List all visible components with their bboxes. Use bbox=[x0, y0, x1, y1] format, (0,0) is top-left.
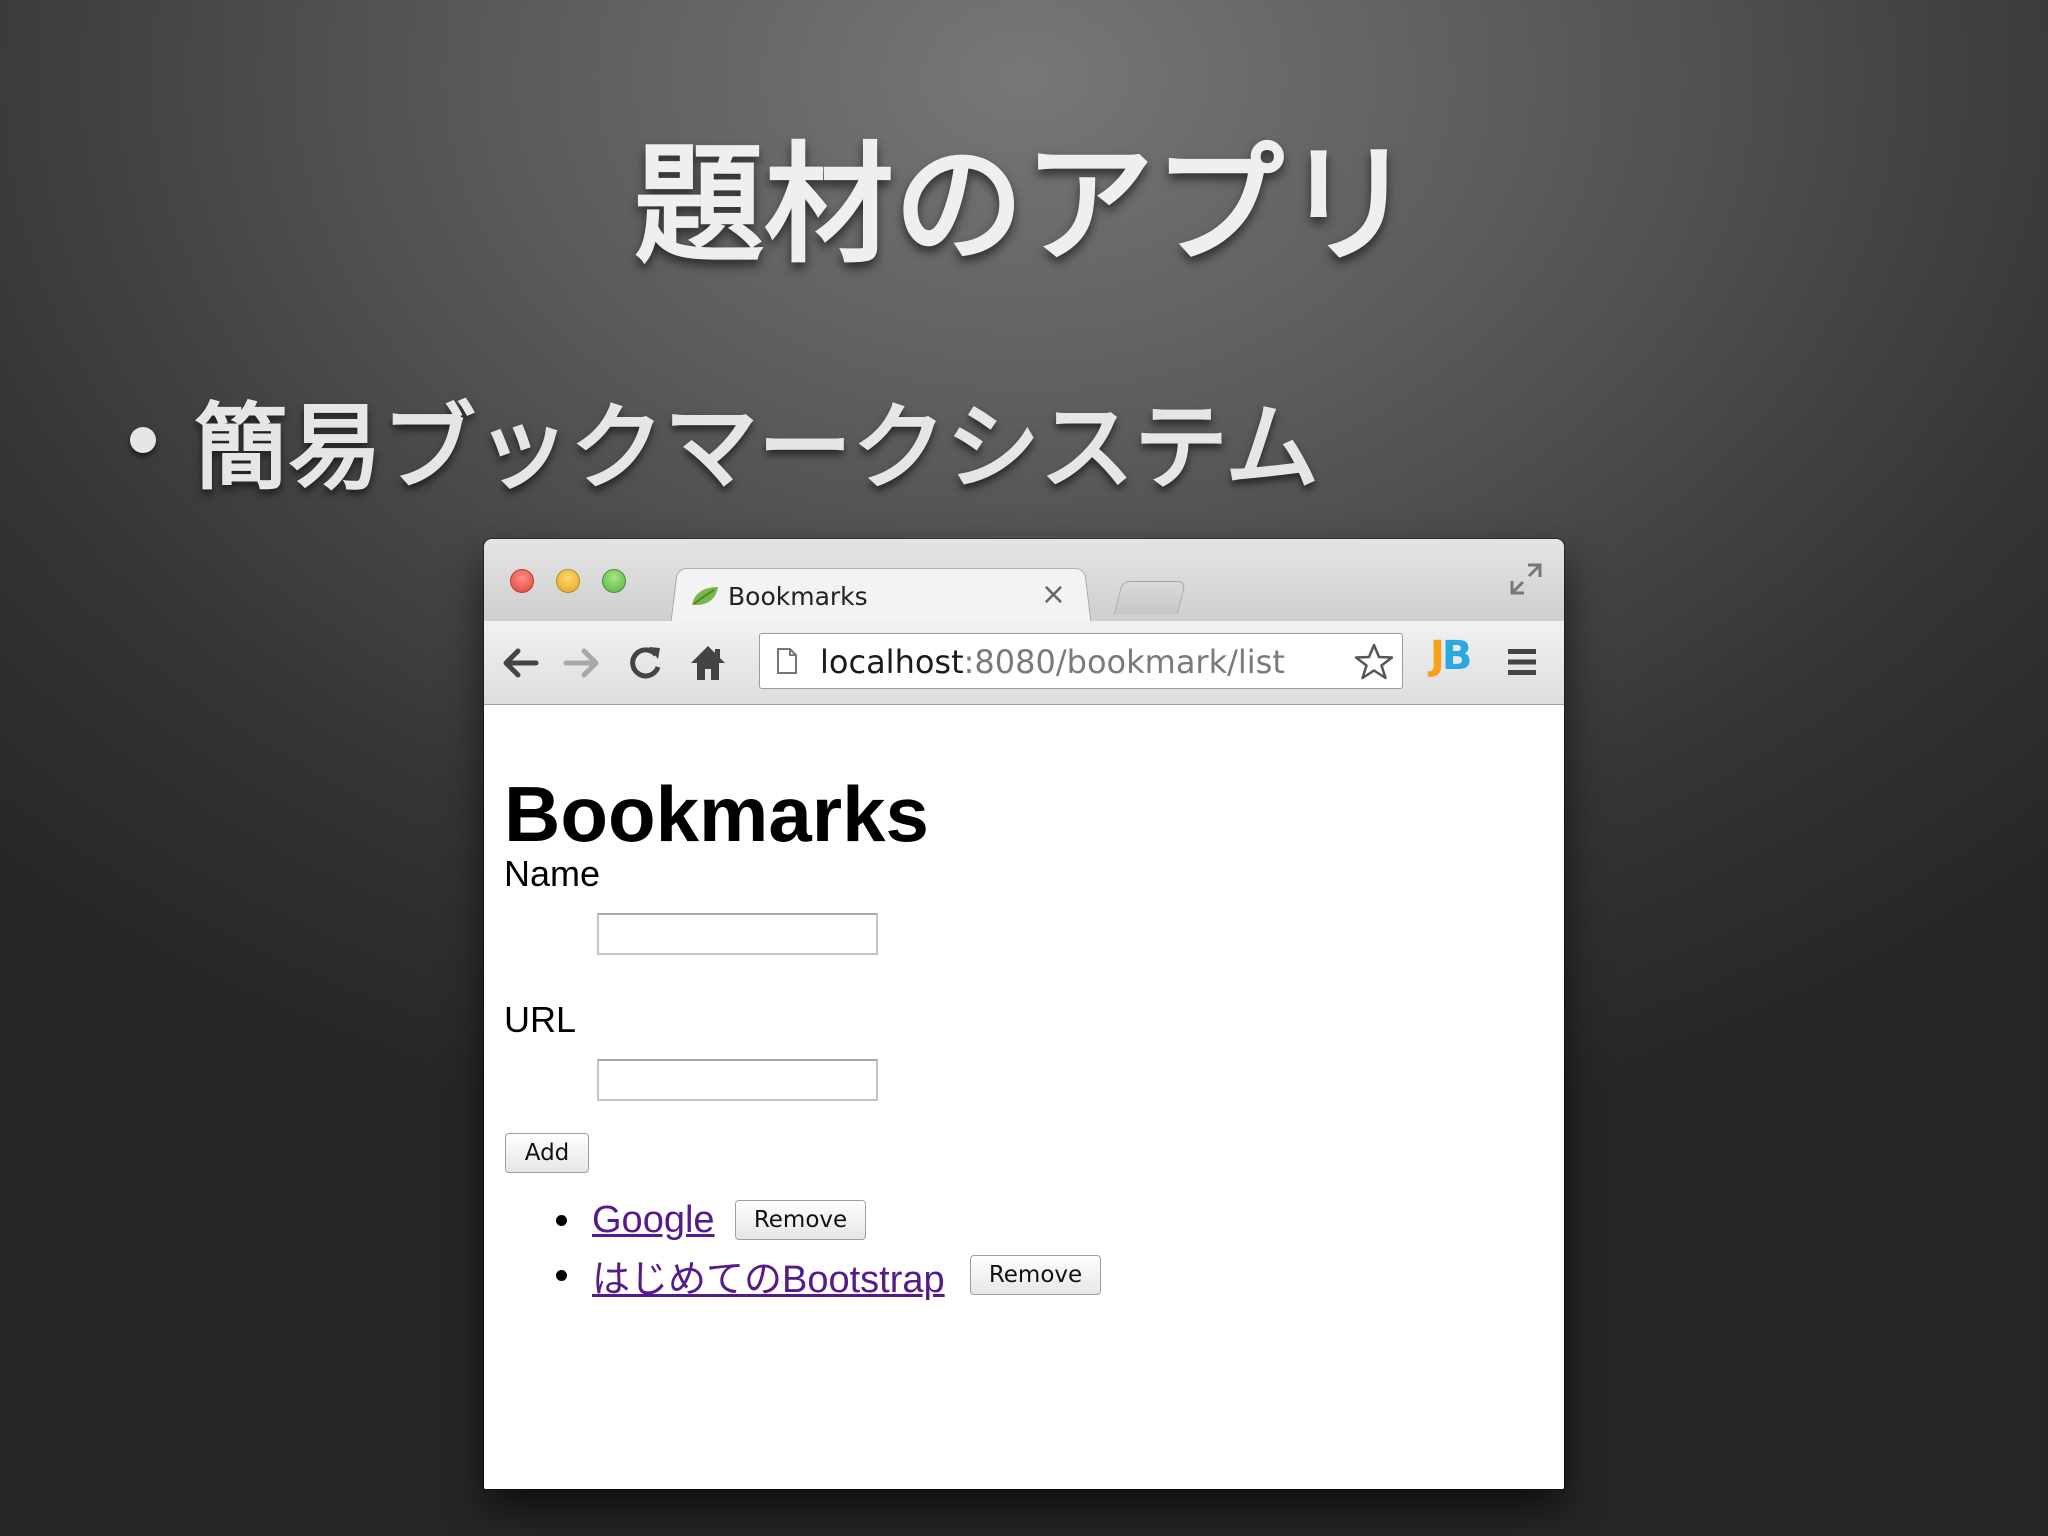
address-bar[interactable]: localhost:8080/bookmark/list bbox=[759, 633, 1403, 689]
jb-extension-icon[interactable]: JB bbox=[1430, 633, 1472, 679]
address-path: :8080/bookmark/list bbox=[963, 643, 1285, 681]
url-label: URL bbox=[504, 999, 577, 1040]
new-tab-button[interactable] bbox=[1113, 581, 1187, 614]
star-icon[interactable] bbox=[1354, 642, 1394, 682]
remove-button[interactable]: Remove bbox=[970, 1255, 1101, 1295]
browser-toolbar: localhost:8080/bookmark/list JB bbox=[484, 621, 1564, 705]
zoom-window-button[interactable] bbox=[602, 569, 626, 593]
slide-title: 題材のアプリ bbox=[633, 129, 1414, 281]
address-host: localhost bbox=[820, 643, 964, 681]
page-icon bbox=[777, 648, 797, 674]
tab-title: Bookmarks bbox=[728, 581, 868, 611]
bullet-dot bbox=[130, 427, 156, 453]
page-content: Bookmarks Name URL Add Google Remove はじめ… bbox=[484, 705, 1564, 1489]
tab-strip: Bookmarks × bbox=[484, 539, 1564, 626]
bookmark-bullet bbox=[556, 1269, 567, 1281]
menu-icon[interactable] bbox=[1506, 647, 1538, 677]
spring-leaf-icon bbox=[692, 587, 718, 605]
address-url: localhost:8080/bookmark/list bbox=[820, 643, 1285, 681]
reload-icon[interactable] bbox=[623, 641, 667, 685]
bookmark-link[interactable]: はじめてのBootstrap bbox=[592, 1248, 945, 1303]
tab-bookmarks-content[interactable]: Bookmarks × bbox=[684, 573, 1084, 619]
slide-bullet-text: 簡易ブックマークシステム bbox=[194, 394, 1320, 503]
page-heading: Bookmarks bbox=[504, 770, 929, 858]
bookmark-link[interactable]: Google bbox=[592, 1199, 715, 1242]
fullscreen-icon[interactable] bbox=[1508, 561, 1544, 597]
minimize-window-button[interactable] bbox=[556, 569, 580, 593]
close-window-button[interactable] bbox=[510, 569, 534, 593]
forward-arrow-icon[interactable] bbox=[560, 641, 604, 685]
add-button[interactable]: Add bbox=[505, 1133, 589, 1173]
url-input[interactable] bbox=[597, 1059, 878, 1101]
tab-close-icon[interactable]: × bbox=[1041, 579, 1066, 611]
bookmark-bullet bbox=[556, 1214, 567, 1226]
home-icon[interactable] bbox=[686, 641, 730, 685]
back-arrow-icon[interactable] bbox=[498, 641, 542, 685]
slide-bullet: 簡易ブックマークシステム bbox=[130, 385, 1319, 503]
browser-window: Bookmarks × localhost:8080/bookmark/list bbox=[484, 539, 1564, 1489]
remove-button[interactable]: Remove bbox=[735, 1200, 866, 1240]
name-input[interactable] bbox=[597, 913, 878, 955]
name-label: Name bbox=[504, 853, 601, 894]
